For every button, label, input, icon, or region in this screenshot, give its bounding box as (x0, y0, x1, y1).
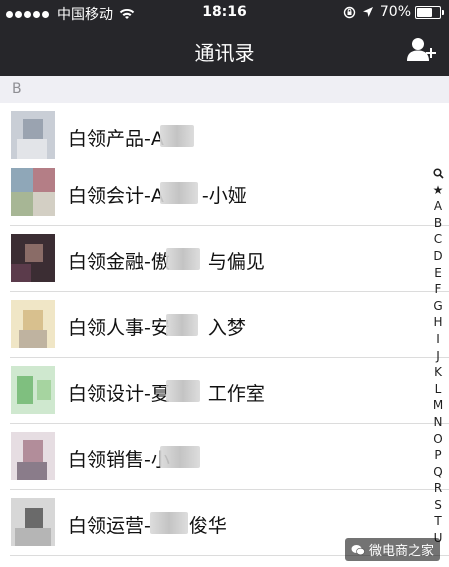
blurred-region (150, 512, 188, 534)
contact-name: 白领产品-A (68, 128, 164, 150)
battery-icon (415, 5, 444, 19)
index-letter-b[interactable]: B (431, 215, 445, 232)
contact-name: 白领销售-小 (68, 449, 170, 471)
blurred-region (160, 182, 198, 204)
index-letter-p[interactable]: P (431, 447, 445, 464)
status-right: 70% (343, 4, 444, 20)
contact-avatar (11, 168, 55, 216)
contact-avatar (11, 300, 55, 348)
battery-percent: 70% (379, 4, 411, 20)
index-letter-q[interactable]: Q (431, 464, 445, 481)
index-letter-n[interactable]: N (431, 414, 445, 431)
contact-name: 白领运营- 俊华 (68, 515, 227, 537)
blurred-region (166, 380, 200, 402)
contact-row[interactable]: 白领销售-小 (0, 424, 449, 490)
page-title: 通讯录 (194, 41, 255, 65)
index-letter-k[interactable]: K (431, 364, 445, 381)
index-letter-a[interactable]: A (431, 198, 445, 215)
rotation-lock-icon (343, 6, 356, 18)
alphabet-index-bar[interactable]: ★ABCDEFGHIJKLMNOPQRSTU (431, 165, 445, 547)
index-letter-i[interactable]: I (431, 331, 445, 348)
contact-avatar (11, 498, 55, 546)
index-letter-l[interactable]: L (431, 381, 445, 398)
contact-row[interactable]: 白领人事-安 入梦 (0, 292, 449, 358)
index-letter-d[interactable]: D (431, 248, 445, 265)
location-arrow-icon (362, 7, 373, 17)
index-letter-j[interactable]: J (431, 348, 445, 365)
index-letter-g[interactable]: G (431, 298, 445, 315)
index-letter-s[interactable]: S (431, 497, 445, 514)
section-letter: B (12, 81, 22, 97)
section-header: B (0, 76, 449, 103)
watermark-text: 微电商之家 (369, 544, 435, 559)
blurred-region (160, 446, 200, 468)
index-letter-h[interactable]: H (431, 314, 445, 331)
contact-name: 白领会计-A -小娅 (68, 185, 247, 207)
contact-row[interactable]: 白领设计-夏 工作室 (0, 358, 449, 424)
contact-row[interactable]: 白领会计-A -小娅 (0, 160, 449, 226)
navigation-bar: 通讯录 (0, 24, 449, 76)
blurred-region (166, 314, 198, 336)
contact-row[interactable]: 白领金融-傲 与偏见 (0, 226, 449, 292)
index-letter-f[interactable]: F (431, 281, 445, 298)
index-letter-m[interactable]: M (431, 397, 445, 414)
contact-avatar (11, 366, 55, 414)
index-search-icon[interactable] (431, 165, 445, 182)
contact-avatar (11, 432, 55, 480)
status-bar: 中国移动 18:16 70% (0, 0, 449, 24)
index-letter-t[interactable]: T (431, 513, 445, 530)
blurred-region (166, 248, 200, 270)
contact-avatar (11, 234, 55, 282)
blurred-region (160, 125, 194, 147)
index-letter-r[interactable]: R (431, 480, 445, 497)
wechat-logo-icon (351, 544, 365, 555)
index-star[interactable]: ★ (431, 182, 445, 199)
watermark: 微电商之家 (345, 538, 441, 561)
index-letter-o[interactable]: O (431, 431, 445, 448)
index-letter-c[interactable]: C (431, 231, 445, 248)
add-contact-icon[interactable] (407, 36, 437, 62)
index-letter-e[interactable]: E (431, 265, 445, 282)
contact-name: 白领人事-安 入梦 (68, 317, 246, 339)
contact-avatar (11, 111, 55, 159)
